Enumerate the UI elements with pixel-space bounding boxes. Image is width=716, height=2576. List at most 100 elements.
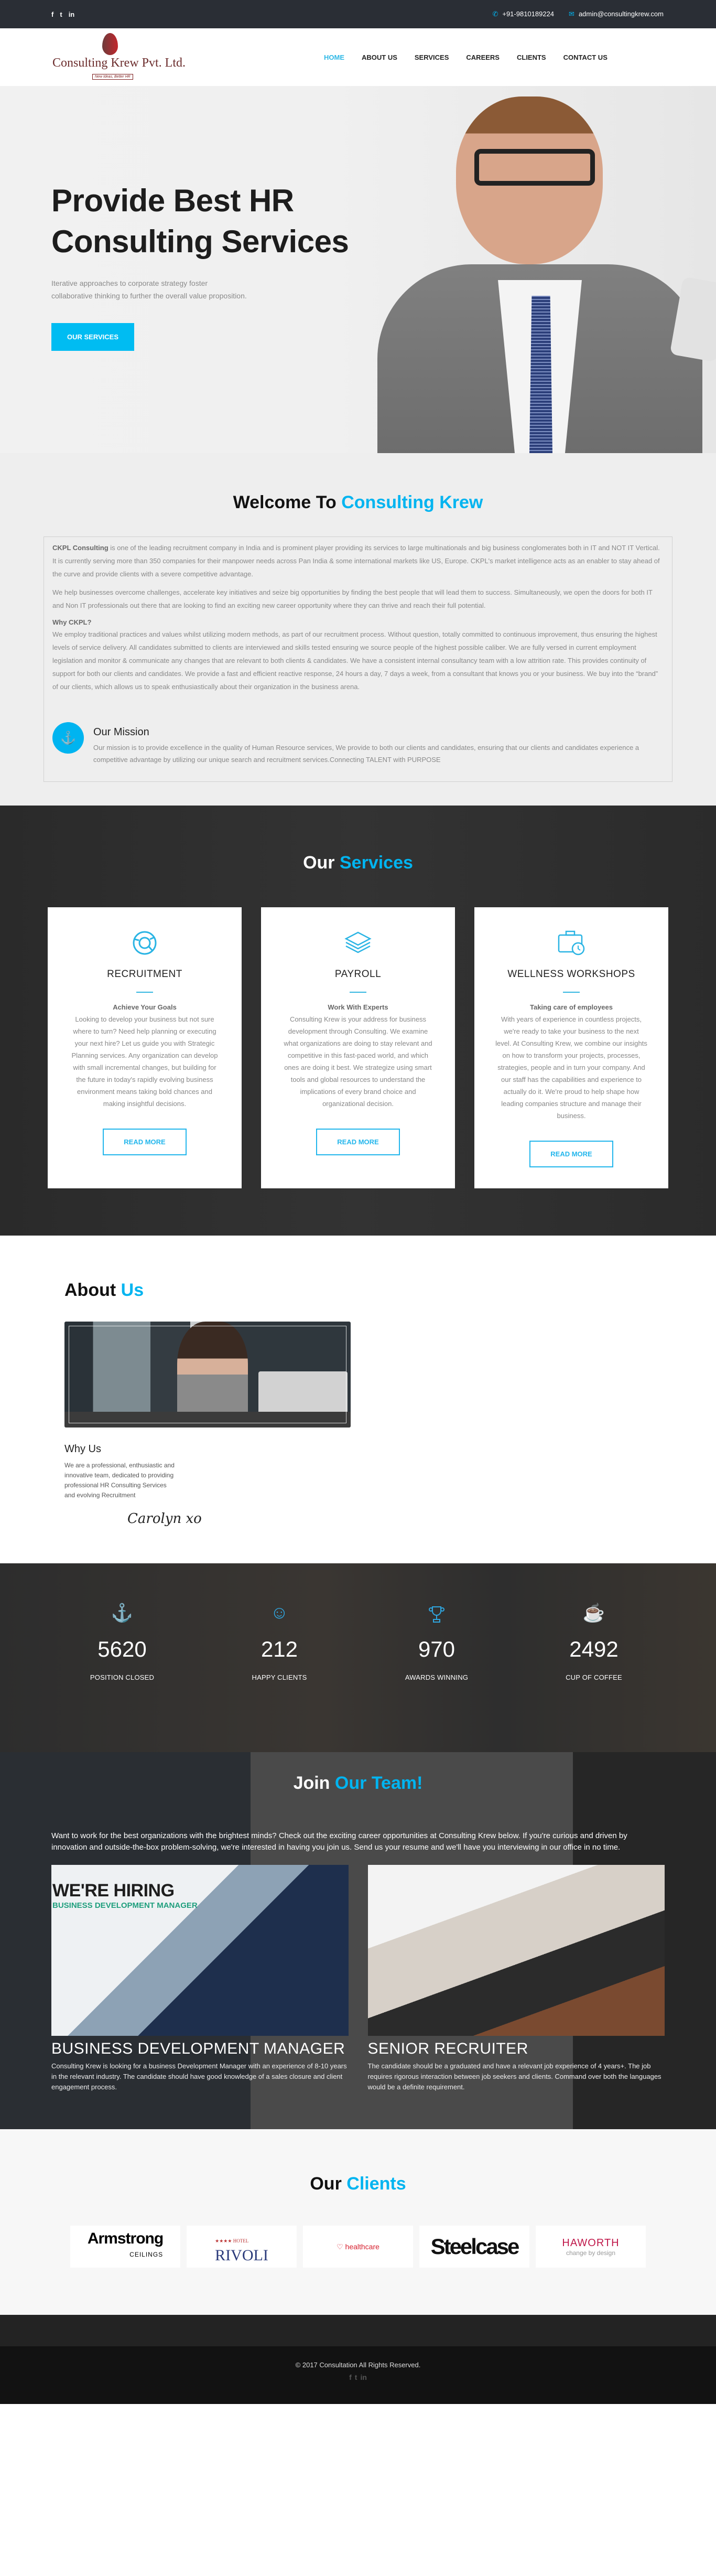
hero-subtitle: Iterative approaches to corporate strate… <box>51 279 247 300</box>
stat-value: 5620 <box>97 1637 147 1661</box>
hero-content: Provide Best HR Consulting Services Itera… <box>51 180 429 351</box>
twitter-icon[interactable]: t <box>60 10 62 18</box>
heart-cross-icon: ♡ <box>337 2242 345 2251</box>
nav-home[interactable]: HOME <box>324 53 344 61</box>
nav-careers[interactable]: CAREERS <box>466 53 500 61</box>
company-logo[interactable]: Consulting Krew Pvt. Ltd. New Ideas, Bet… <box>52 31 186 83</box>
read-more-button[interactable]: READ MORE <box>316 1129 400 1155</box>
logo-mark <box>102 33 118 55</box>
service-subtitle: Achieve Your Goals <box>113 1003 177 1011</box>
job-card-business-development-manager[interactable]: WE'RE HIRING BUSINESS DEVELOPMENT MANAGE… <box>51 1865 349 2092</box>
stat-value: 2492 <box>569 1637 619 1661</box>
phone-link[interactable]: ✆ +91-9810189224 <box>492 10 554 18</box>
contact-info: ✆ +91-9810189224 ✉ admin@consultingkrew.co… <box>492 10 664 18</box>
signature-image: Carolyn xo <box>127 1511 202 1527</box>
hiring-heading: WE'RE HIRING <box>52 1881 175 1901</box>
facebook-icon[interactable]: f <box>349 2373 352 2381</box>
anchor-icon: ⚓ <box>52 722 84 754</box>
why-ckpl-text: We employ traditional practices and valu… <box>52 630 658 691</box>
welcome-content-box: CKPL Consulting is one of the leading re… <box>44 536 672 782</box>
anchor-icon: ⚓ <box>111 1603 134 1623</box>
job-description: Consulting Krew is looking for a busines… <box>51 2062 347 2091</box>
read-more-button[interactable]: READ MORE <box>529 1141 613 1167</box>
client-logo-steelcase[interactable]: Steelcase <box>419 2226 529 2268</box>
twitter-icon[interactable]: t <box>355 2373 357 2381</box>
client-logo-armstrong[interactable]: Armstrong CEILINGS <box>70 2226 180 2268</box>
stat-awards-winning: 970 AWARDS WINNING <box>358 1603 515 1752</box>
nav-contact-us[interactable]: CONTACT US <box>563 53 607 61</box>
service-text: With years of experience in countless pr… <box>495 1015 647 1120</box>
about-title: About Us <box>64 1280 144 1300</box>
service-title: RECRUITMENT <box>107 969 182 980</box>
coffee-cup-icon: ☕ <box>582 1603 605 1623</box>
services-title: Our Services <box>303 853 413 873</box>
layers-icon <box>282 928 434 957</box>
why-ckpl-heading: Why CKPL? <box>52 618 92 626</box>
mission-block: ⚓ Our Mission Our mission is to provide … <box>52 722 664 766</box>
main-nav: HOME ABOUT US SERVICES CAREERS CLIENTS C… <box>324 28 607 86</box>
welcome-section: Welcome To Consulting Krew CKPL Consulti… <box>0 453 716 806</box>
service-subtitle: Work With Experts <box>328 1003 388 1011</box>
stat-value: 970 <box>418 1637 455 1661</box>
job-title: BUSINESS DEVELOPMENT MANAGER <box>51 2040 345 2057</box>
intro-paragraph: CKPL Consulting is one of the leading re… <box>52 544 660 578</box>
lifebuoy-icon <box>69 928 221 957</box>
copyright-text: © 2017 Consultation All Rights Reserved. <box>295 2361 421 2369</box>
footer: © 2017 Consultation All Rights Reserved.… <box>0 2346 716 2404</box>
job-title: SENIOR RECRUITER <box>367 2040 528 2057</box>
site-header: Consulting Krew Pvt. Ltd. New Ideas, Bet… <box>0 28 716 86</box>
careers-title: Join Our Team! <box>293 1773 423 1793</box>
client-logo-haworth[interactable]: HAWORTH change by design <box>536 2226 646 2268</box>
title-divider <box>350 992 366 993</box>
linkedin-icon[interactable]: in <box>360 2373 366 2381</box>
service-card-wellness-workshops: WELLNESS WORKSHOPS Taking care of employ… <box>474 907 668 1188</box>
service-card-payroll: PAYROLL Work With Experts Consulting Kre… <box>261 907 455 1188</box>
mission-title: Our Mission <box>93 726 149 738</box>
nav-services[interactable]: SERVICES <box>415 53 449 61</box>
help-paragraph: We help businesses overcome challenges, … <box>52 588 653 609</box>
stat-value: 212 <box>261 1637 298 1661</box>
stat-happy-clients: ☺ 212 HAPPY CLIENTS <box>201 1603 358 1752</box>
stat-label: POSITION CLOSED <box>90 1673 155 1681</box>
job-image <box>367 1865 665 2036</box>
clients-section: Our Clients Armstrong CEILINGS ★★★★ HOTEL… <box>0 2129 716 2315</box>
job-listings: WE'RE HIRING BUSINESS DEVELOPMENT MANAGE… <box>51 1865 665 2092</box>
nav-about-us[interactable]: ABOUT US <box>362 53 397 61</box>
service-card-recruitment: RECRUITMENT Achieve Your Goals Looking t… <box>48 907 242 1188</box>
hero-section: Provide Best HR Consulting Services Itera… <box>0 86 716 453</box>
read-more-button[interactable]: READ MORE <box>103 1129 187 1155</box>
footer-social-links: f t in <box>0 2373 716 2381</box>
why-us-text: We are a professional, enthusiastic and … <box>64 1462 175 1499</box>
hero-title: Provide Best HR Consulting Services <box>51 183 349 259</box>
facebook-icon[interactable]: f <box>51 10 53 18</box>
stat-label: HAPPY CLIENTS <box>252 1673 307 1681</box>
stat-label: CUP OF COFFEE <box>566 1673 622 1681</box>
title-divider <box>563 992 580 993</box>
nav-clients[interactable]: CLIENTS <box>517 53 546 61</box>
hiring-subheading: BUSINESS DEVELOPMENT MANAGER <box>52 1901 198 1910</box>
welcome-title: Welcome To Consulting Krew <box>233 492 483 512</box>
job-card-senior-recruiter[interactable]: SENIOR RECRUITER The candidate should be… <box>367 1865 665 2092</box>
phone-number: +91-9810189224 <box>502 10 555 18</box>
client-logos: Armstrong CEILINGS ★★★★ HOTEL RIVOLI ♡ hea… <box>0 2226 716 2268</box>
client-logo-healthcare[interactable]: ♡ healthcare <box>303 2226 413 2268</box>
briefcase-clock-icon <box>495 928 647 957</box>
about-image <box>64 1322 351 1427</box>
stat-position-closed: ⚓ 5620 POSITION CLOSED <box>44 1603 201 1752</box>
service-title: WELLNESS WORKSHOPS <box>507 969 635 980</box>
mission-text: Our mission is to provide excellence in … <box>93 744 639 764</box>
job-description: The candidate should be a graduated and … <box>367 2062 661 2091</box>
service-text: Consulting Krew is your address for busi… <box>284 1015 432 1108</box>
email-address: admin@consultingkrew.com <box>578 10 664 18</box>
smiley-icon: ☺ <box>270 1603 289 1623</box>
our-services-button[interactable]: OUR SERVICES <box>51 323 135 351</box>
careers-intro: Want to work for the best organizations … <box>51 1831 627 1852</box>
client-logo-rivoli[interactable]: ★★★★ HOTEL RIVOLI <box>187 2226 297 2268</box>
linkedin-icon[interactable]: in <box>69 10 75 18</box>
stats-section: ⚓ 5620 POSITION CLOSED ☺ 212 HAPPY CLIEN… <box>0 1563 716 1752</box>
about-section: About Us Why Us We are a professional, e… <box>0 1236 716 1563</box>
services-section: Our Services RECRUITMENT Achieve Your Go… <box>0 806 716 1236</box>
email-link[interactable]: ✉ admin@consultingkrew.com <box>569 10 664 18</box>
social-links: f t in <box>51 10 74 18</box>
phone-icon: ✆ <box>492 10 498 18</box>
